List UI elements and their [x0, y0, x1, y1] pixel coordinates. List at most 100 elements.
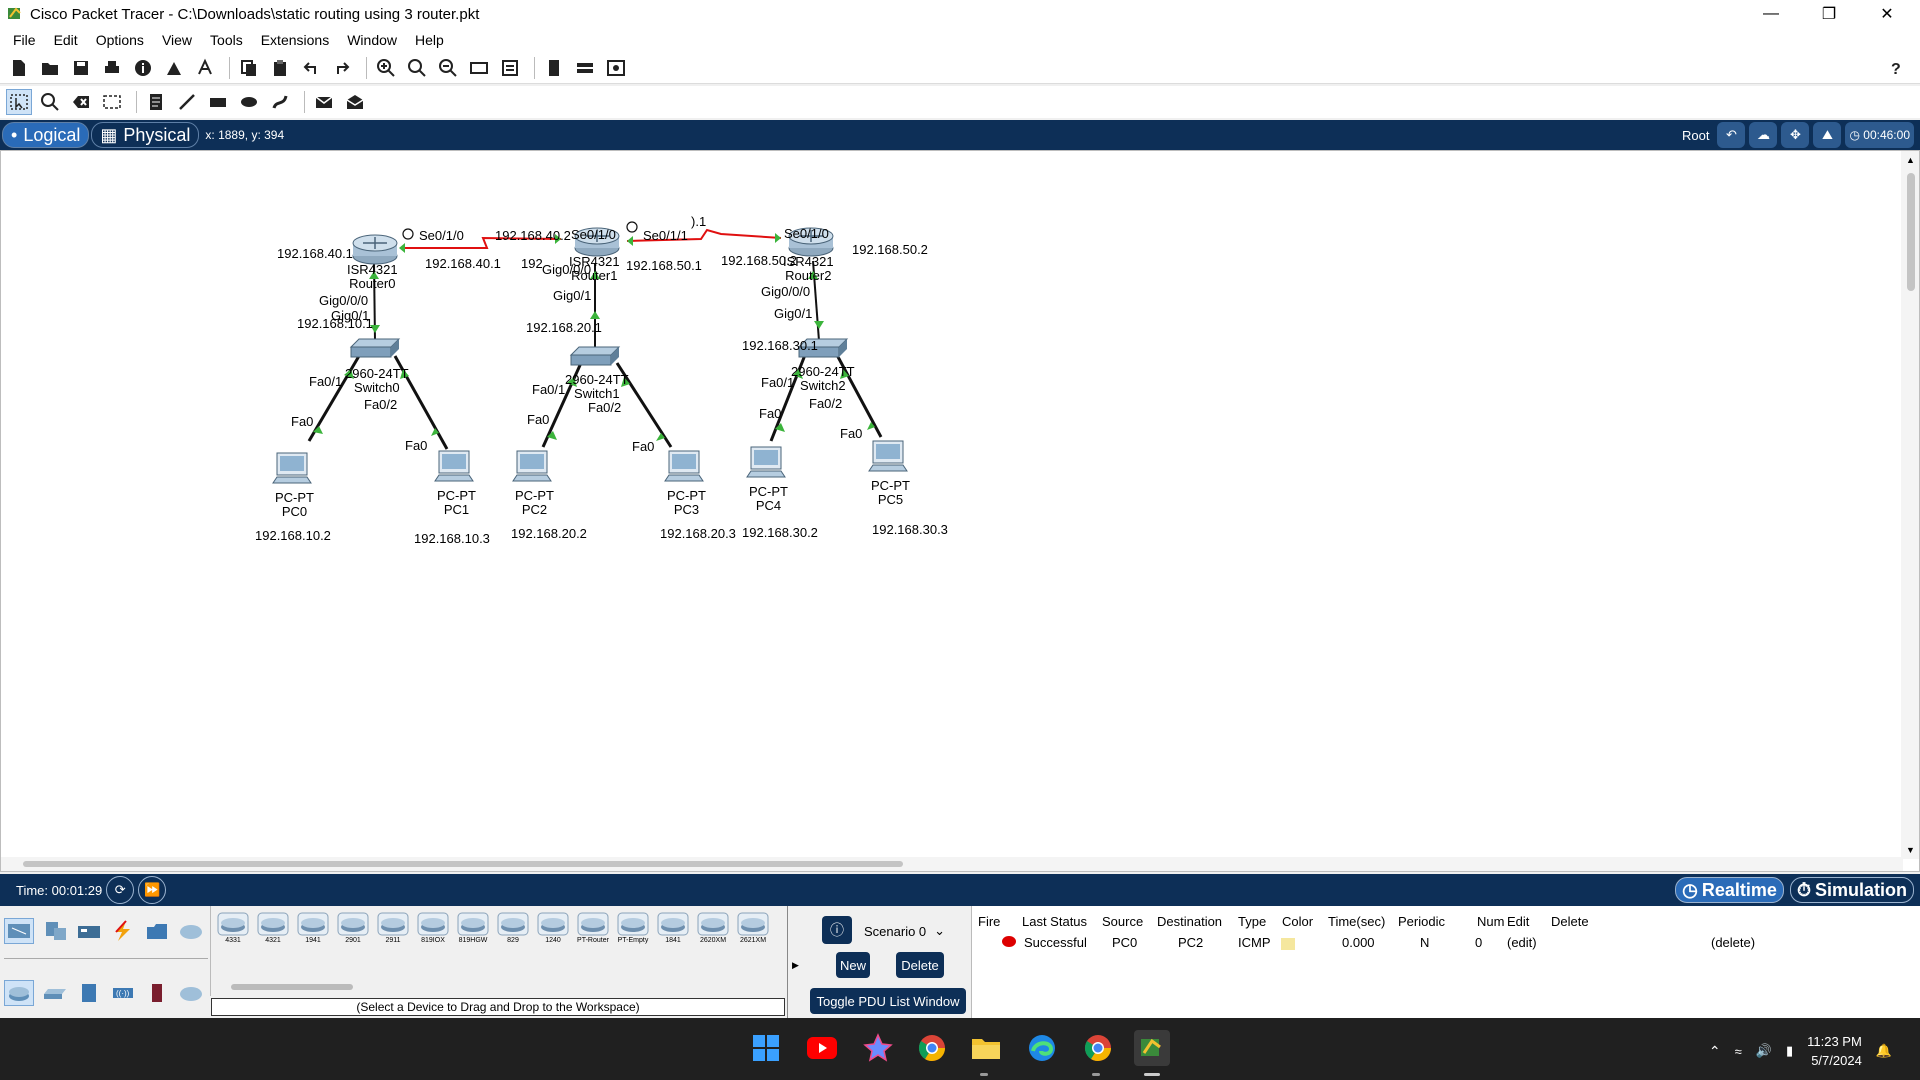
menu-window[interactable]: Window: [338, 32, 406, 48]
device-tile[interactable]: 1941: [295, 912, 331, 950]
restore-button[interactable]: ❐: [1800, 0, 1858, 28]
copy-icon[interactable]: [236, 55, 262, 81]
drawing-palette-icon[interactable]: [466, 55, 492, 81]
hubs-subcategory-icon[interactable]: [74, 980, 104, 1006]
wifi-icon[interactable]: ≈: [1735, 1044, 1742, 1059]
workspace-horizontal-scrollbar[interactable]: [1, 857, 1903, 871]
scenario-select[interactable]: Scenario 0 ⌄: [864, 920, 954, 942]
device-tile[interactable]: PT-Empty: [615, 912, 651, 950]
tiles-scroll-thumb[interactable]: [231, 984, 353, 990]
paste-icon[interactable]: [267, 55, 293, 81]
scenario-info-icon[interactable]: ⓘ: [822, 916, 852, 944]
simple-pdu-icon[interactable]: [311, 89, 337, 115]
menu-edit[interactable]: Edit: [45, 32, 87, 48]
device-tile[interactable]: 2621XM: [735, 912, 771, 950]
background-image-icon[interactable]: ⛰: [1813, 122, 1842, 148]
activity-wizard-icon[interactable]: [192, 55, 218, 81]
horizontal-scroll-thumb[interactable]: [23, 861, 903, 867]
toggle-pdu-list-button[interactable]: Toggle PDU List Window: [810, 988, 966, 1014]
open-folder-icon[interactable]: [37, 55, 63, 81]
copilot-icon[interactable]: [860, 1030, 896, 1066]
back-arrow-icon[interactable]: ↶: [1717, 122, 1746, 148]
viewport-clock[interactable]: ◷ 00:46:00: [1845, 122, 1914, 148]
windows-start-icon[interactable]: [748, 1030, 784, 1066]
new-scenario-button[interactable]: New: [836, 952, 870, 978]
menu-view[interactable]: View: [153, 32, 201, 48]
menu-extensions[interactable]: Extensions: [252, 32, 338, 48]
custom-devices-icon[interactable]: [497, 55, 523, 81]
zoom-in-icon[interactable]: [373, 55, 399, 81]
draw-ellipse-icon[interactable]: [236, 89, 262, 115]
network-wizard-icon[interactable]: [161, 55, 187, 81]
miscellaneous-category-icon[interactable]: [142, 918, 172, 944]
simulation-mode-button[interactable]: ⏱ Simulation: [1789, 877, 1914, 903]
inspect-icon[interactable]: [541, 55, 567, 81]
menu-help[interactable]: Help: [406, 32, 453, 48]
pdu-edit-link[interactable]: (edit): [1507, 935, 1537, 950]
device-tile[interactable]: 1841: [655, 912, 691, 950]
freeform-draw-icon[interactable]: [267, 89, 293, 115]
menu-options[interactable]: Options: [87, 32, 153, 48]
inspect-tool-icon[interactable]: [37, 89, 63, 115]
packet-tracer-taskbar-icon[interactable]: [1134, 1030, 1170, 1066]
menu-file[interactable]: File: [4, 32, 45, 48]
fast-forward-icon[interactable]: ⏩: [138, 876, 167, 904]
chevron-up-icon[interactable]: ⌃: [1709, 1043, 1721, 1060]
device-tile[interactable]: 2901: [335, 912, 371, 950]
close-button[interactable]: ✕: [1858, 0, 1916, 28]
switch-icon[interactable]: [569, 346, 621, 366]
vertical-scroll-thumb[interactable]: [1907, 173, 1915, 291]
zoom-reset-icon[interactable]: [404, 55, 430, 81]
wireless-subcategory-icon[interactable]: ((·)): [108, 980, 138, 1006]
device-tile[interactable]: 4321: [255, 912, 291, 950]
edge-icon[interactable]: [1024, 1030, 1060, 1066]
help-icon[interactable]: ?: [1883, 55, 1909, 81]
logical-workspace[interactable]: ISR4321 Router0 ISR4321 Router1 ISR4321 …: [0, 150, 1920, 872]
undo-icon[interactable]: [298, 55, 324, 81]
custom-icon-icon[interactable]: [603, 55, 629, 81]
notification-bell-icon[interactable]: 🔔: [1876, 1043, 1892, 1059]
pc-icon[interactable]: [746, 446, 786, 478]
new-file-icon[interactable]: [6, 55, 32, 81]
delete-tool-icon[interactable]: [68, 89, 94, 115]
redo-icon[interactable]: [329, 55, 355, 81]
expand-arrow-icon[interactable]: ▶: [792, 960, 799, 971]
chrome-icon[interactable]: [914, 1030, 950, 1066]
taskbar-clock[interactable]: 11:23 PM 5/7/2024: [1807, 1032, 1862, 1070]
device-tile[interactable]: 2911: [375, 912, 411, 950]
realtime-mode-button[interactable]: ◷ Realtime: [1675, 877, 1784, 903]
router-icon[interactable]: [352, 234, 398, 265]
end-devices-category-icon[interactable]: [40, 918, 70, 944]
draw-rectangle-icon[interactable]: [205, 89, 231, 115]
pc-icon[interactable]: [868, 440, 908, 472]
cluster-cloud-icon[interactable]: ☁: [1749, 122, 1778, 148]
device-tile[interactable]: 819HGW: [455, 912, 491, 950]
security-subcategory-icon[interactable]: [142, 980, 172, 1006]
logical-tab[interactable]: • Logical: [2, 122, 90, 148]
scroll-down-icon[interactable]: ▼: [1906, 845, 1915, 855]
navigation-icon[interactable]: ✥: [1781, 122, 1810, 148]
file-explorer-icon[interactable]: [968, 1030, 1004, 1066]
connections-category-icon[interactable]: [108, 918, 138, 944]
fire-indicator-icon[interactable]: [1002, 936, 1016, 947]
minimize-button[interactable]: —: [1742, 0, 1800, 28]
info-icon[interactable]: [130, 55, 156, 81]
pc-icon[interactable]: [434, 450, 474, 482]
device-template-icon[interactable]: [572, 55, 598, 81]
device-tile[interactable]: PT-Router: [575, 912, 611, 950]
device-tile[interactable]: 819IOX: [415, 912, 451, 950]
pc-icon[interactable]: [664, 450, 704, 482]
device-tile[interactable]: 4331: [215, 912, 251, 950]
youtube-icon[interactable]: [804, 1030, 840, 1066]
complex-pdu-icon[interactable]: [342, 89, 368, 115]
pc-icon[interactable]: [512, 450, 552, 482]
device-tile[interactable]: 2620XM: [695, 912, 731, 950]
draw-line-icon[interactable]: [174, 89, 200, 115]
scroll-up-icon[interactable]: ▲: [1906, 155, 1915, 165]
power-cycle-icon[interactable]: ⟳: [106, 876, 135, 904]
device-tile[interactable]: 829: [495, 912, 531, 950]
resize-shape-icon[interactable]: [99, 89, 125, 115]
switch-icon[interactable]: [349, 338, 401, 358]
battery-icon[interactable]: ▮: [1786, 1043, 1793, 1059]
multiuser-category-icon[interactable]: [176, 918, 206, 944]
